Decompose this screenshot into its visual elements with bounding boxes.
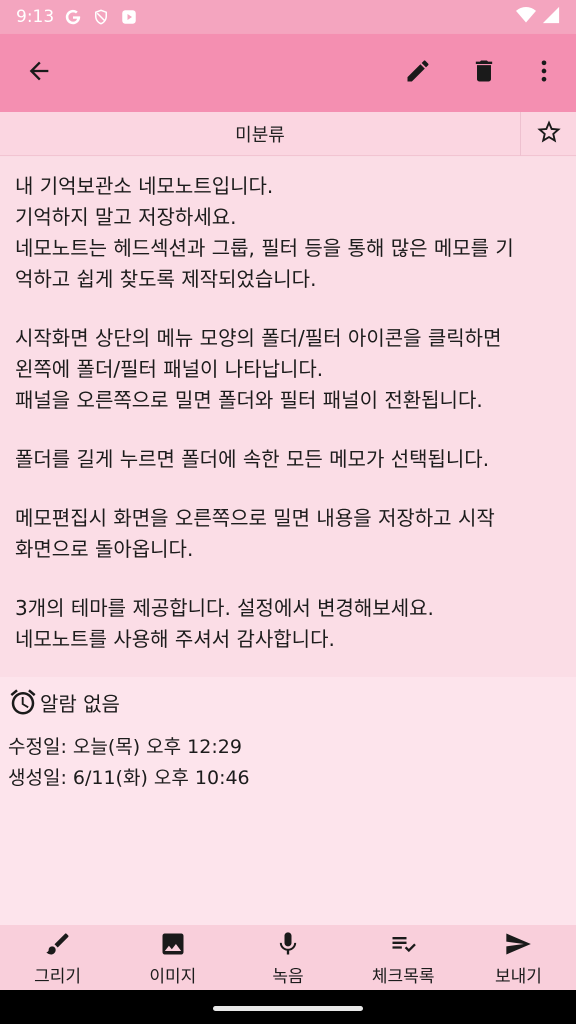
system-nav-bar	[0, 990, 576, 1024]
image-button[interactable]: 이미지	[115, 925, 230, 990]
image-label: 이미지	[149, 966, 197, 987]
back-button[interactable]	[15, 49, 63, 97]
memo-line: 폴더를 길게 누르면 폴더에 속한 모든 메모가 선택됩니다.	[15, 447, 490, 471]
memo-paragraph: 폴더를 길게 누르면 폴더에 속한 모든 메모가 선택됩니다.	[15, 444, 562, 475]
modified-date: 수정일: 오늘(목) 오후 12:29	[8, 736, 242, 758]
favorite-button[interactable]	[520, 111, 576, 156]
memo-paragraph: 내 기억보관소 네모노트입니다. 기억하지 말고 저장하세요. 네모노트는 헤드…	[15, 171, 562, 295]
memo-line: 네모노트를 사용해 주셔서 감사합니다.	[15, 627, 335, 651]
delete-button[interactable]	[460, 49, 508, 97]
status-time: 9:13	[16, 7, 55, 27]
alarm-row[interactable]: 알람 없음	[8, 687, 120, 717]
app-bar-actions	[394, 49, 576, 97]
bottom-toolbar: 그리기 이미지 녹음 체크목록 보내기	[0, 925, 576, 990]
checklist-label: 체크목록	[371, 966, 435, 987]
memo-line: 화면으로 돌아옵니다.	[15, 537, 194, 561]
home-gesture-handle[interactable]	[213, 1005, 363, 1011]
status-right	[516, 6, 560, 29]
brush-icon	[44, 929, 72, 959]
checklist-icon	[388, 929, 418, 959]
send-button[interactable]: 보내기	[461, 925, 576, 990]
memo-line: 패널을 오른쪽으로 밀면 폴더와 필터 패널이 전환됩니다.	[15, 388, 483, 412]
memo-info: 알람 없음 수정일: 오늘(목) 오후 12:29 생성일: 6/11(화) 오…	[0, 677, 576, 925]
memo-line: 메모편집시 화면을 오른쪽으로 밀면 내용을 저장하고 시작	[15, 506, 495, 530]
play-store-icon	[120, 8, 138, 26]
created-date: 생성일: 6/11(화) 오후 10:46	[8, 767, 250, 789]
category-label[interactable]: 미분류	[0, 121, 520, 147]
edit-button[interactable]	[394, 49, 442, 97]
memo-paragraph: 메모편집시 화면을 오른쪽으로 밀면 내용을 저장하고 시작 화면으로 돌아옵니…	[15, 503, 562, 565]
star-outline-icon	[535, 118, 563, 150]
memo-line: 기억하지 말고 저장하세요.	[15, 205, 237, 229]
memo-line: 시작화면 상단의 메뉴 모양의 폴더/필터 아이콘을 클릭하면	[15, 326, 502, 350]
trash-icon	[470, 57, 498, 89]
memo-paragraph: 시작화면 상단의 메뉴 모양의 폴더/필터 아이콘을 클릭하면 왼쪽에 폴더/필…	[15, 323, 562, 416]
google-g-icon	[64, 8, 82, 26]
signal-icon	[542, 6, 560, 29]
send-label: 보내기	[494, 966, 542, 987]
more-vert-icon	[530, 57, 558, 89]
memo-line: 3개의 테마를 제공합니다. 설정에서 변경해보세요.	[15, 596, 434, 620]
memo-line: 왼쪽에 폴더/필터 패널이 나타납니다.	[15, 357, 324, 381]
wifi-icon	[516, 6, 536, 29]
memo-content[interactable]: 내 기억보관소 네모노트입니다. 기억하지 말고 저장하세요. 네모노트는 헤드…	[0, 157, 576, 677]
status-bar: 9:13	[0, 0, 576, 34]
mic-icon	[274, 929, 302, 959]
draw-button[interactable]: 그리기	[0, 925, 115, 990]
memo-paragraph: 3개의 테마를 제공합니다. 설정에서 변경해보세요. 네모노트를 사용해 주셔…	[15, 593, 562, 655]
app-bar	[0, 34, 576, 112]
checklist-button[interactable]: 체크목록	[346, 925, 461, 990]
more-options-button[interactable]	[520, 49, 568, 97]
send-icon	[503, 929, 533, 959]
arrow-back-icon	[25, 57, 53, 89]
memo-line: 네모노트는 헤드섹션과 그룹, 필터 등을 통해 많은 메모를 기	[15, 236, 514, 260]
image-icon	[159, 929, 187, 959]
memo-line: 억하고 쉽게 찾도록 제작되었습니다.	[15, 267, 317, 291]
draw-label: 그리기	[34, 966, 82, 987]
record-button[interactable]: 녹음	[230, 925, 345, 990]
shield-icon	[92, 8, 110, 26]
memo-line: 내 기억보관소 네모노트입니다.	[15, 174, 274, 198]
alarm-label: 알람 없음	[40, 691, 120, 716]
pencil-icon	[404, 57, 432, 89]
alarm-clock-icon	[8, 687, 38, 717]
record-label: 녹음	[272, 966, 304, 987]
category-row: 미분류	[0, 111, 576, 156]
